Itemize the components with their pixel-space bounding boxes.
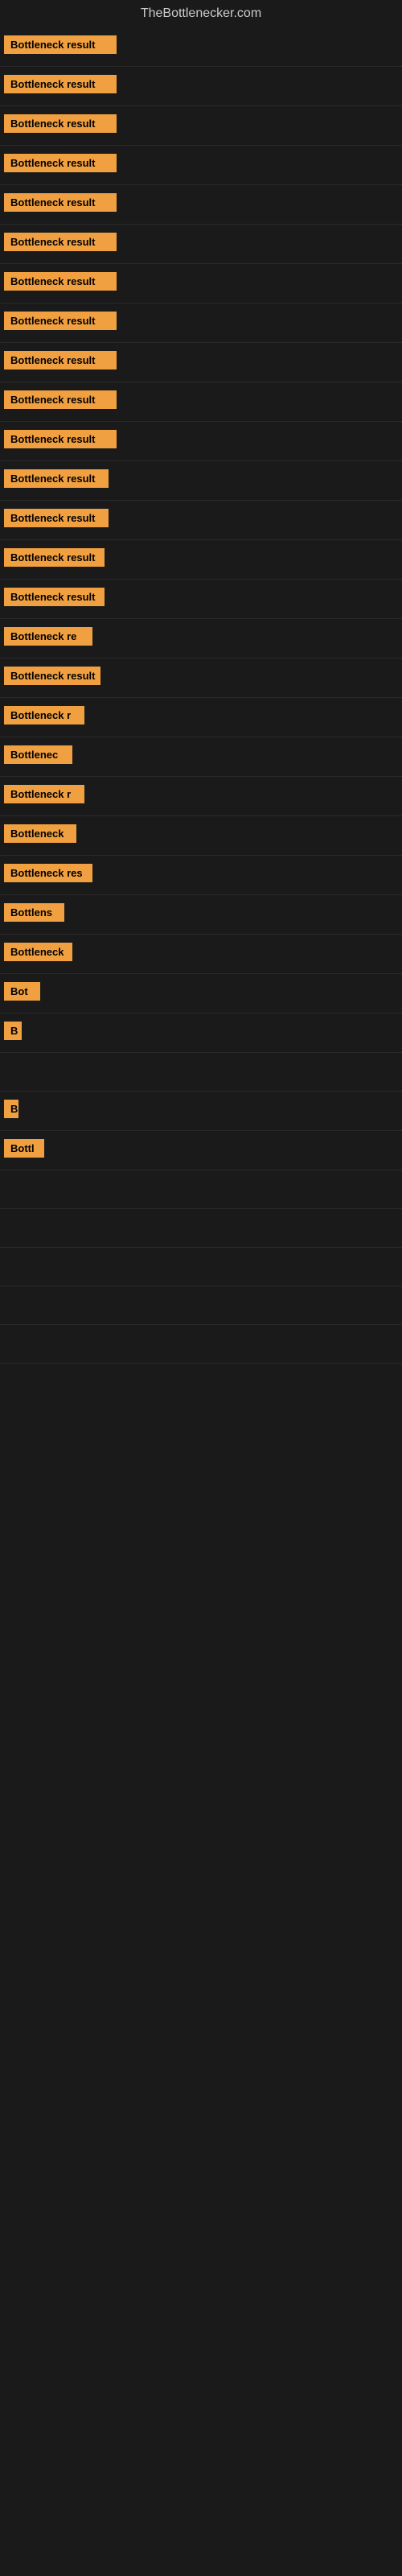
table-row: Bottleneck result	[0, 540, 402, 580]
bottleneck-result-bar: Bot	[4, 982, 40, 1001]
table-row: Bottleneck result	[0, 67, 402, 106]
table-row	[0, 1209, 402, 1248]
table-row	[0, 1053, 402, 1092]
table-row	[0, 1325, 402, 1364]
bottleneck-result-bar: Bottleneck	[4, 943, 72, 961]
table-row: B	[0, 1013, 402, 1053]
table-row: Bottleneck result	[0, 303, 402, 343]
table-row: Bottleneck r	[0, 777, 402, 816]
table-row	[0, 1286, 402, 1325]
bottleneck-result-bar: Bottleneck result	[4, 390, 117, 409]
table-row: Bot	[0, 974, 402, 1013]
table-row: Bottleneck result	[0, 422, 402, 461]
bottleneck-result-bar: Bottl	[4, 1139, 44, 1158]
table-row: Bottleneck result	[0, 658, 402, 698]
bottleneck-result-bar: Bottleneck result	[4, 75, 117, 93]
table-row: Bottleneck res	[0, 856, 402, 895]
site-title: TheBottlenecker.com	[0, 0, 402, 27]
table-row: Bottlenec	[0, 737, 402, 777]
bottleneck-result-bar: Bottleneck result	[4, 35, 117, 54]
table-row: B	[0, 1092, 402, 1131]
bottleneck-result-bar: Bottleneck result	[4, 469, 109, 488]
bottleneck-result-bar: Bottleneck r	[4, 706, 84, 724]
bottleneck-result-bar: Bottleneck result	[4, 430, 117, 448]
bottleneck-result-bar: Bottleneck	[4, 824, 76, 843]
table-row: Bottleneck result	[0, 501, 402, 540]
bottleneck-result-bar: Bottleneck result	[4, 588, 105, 606]
bottleneck-result-bar: Bottlenec	[4, 745, 72, 764]
bottleneck-result-bar: Bottleneck result	[4, 114, 117, 133]
bottleneck-result-bar: Bottleneck result	[4, 312, 117, 330]
table-row: Bottleneck r	[0, 698, 402, 737]
site-title-container: TheBottlenecker.com	[0, 0, 402, 27]
bottleneck-result-bar: B	[4, 1100, 18, 1118]
bottleneck-result-bar: Bottleneck result	[4, 233, 117, 251]
table-row: Bottleneck result	[0, 225, 402, 264]
bottleneck-result-bar: Bottleneck r	[4, 785, 84, 803]
bottleneck-result-bar: Bottlens	[4, 903, 64, 922]
table-row: Bottleneck result	[0, 27, 402, 67]
bottleneck-result-bar: Bottleneck result	[4, 154, 117, 172]
table-row: Bottl	[0, 1131, 402, 1170]
bottleneck-result-bar: Bottleneck re	[4, 627, 92, 646]
table-row: Bottleneck re	[0, 619, 402, 658]
table-row: Bottleneck result	[0, 106, 402, 146]
bottleneck-result-bar: B	[4, 1022, 22, 1040]
table-row: Bottleneck result	[0, 461, 402, 501]
table-row: Bottleneck	[0, 935, 402, 974]
bottleneck-result-bar: Bottleneck result	[4, 193, 117, 212]
bottleneck-result-bar: Bottleneck result	[4, 351, 117, 369]
table-row: Bottleneck result	[0, 146, 402, 185]
table-row: Bottleneck	[0, 816, 402, 856]
table-row: Bottlens	[0, 895, 402, 935]
table-row: Bottleneck result	[0, 185, 402, 225]
rows-container: Bottleneck result Bottleneck result Bottle…	[0, 27, 402, 1364]
table-row: Bottleneck result	[0, 264, 402, 303]
bottleneck-result-bar: Bottleneck result	[4, 272, 117, 291]
table-row: Bottleneck result	[0, 343, 402, 382]
table-row: Bottleneck result	[0, 382, 402, 422]
bottleneck-result-bar: Bottleneck res	[4, 864, 92, 882]
bottleneck-result-bar: Bottleneck result	[4, 509, 109, 527]
bottleneck-result-bar: Bottleneck result	[4, 548, 105, 567]
table-row	[0, 1248, 402, 1286]
table-row: Bottleneck result	[0, 580, 402, 619]
table-row	[0, 1170, 402, 1209]
bottleneck-result-bar: Bottleneck result	[4, 667, 100, 685]
